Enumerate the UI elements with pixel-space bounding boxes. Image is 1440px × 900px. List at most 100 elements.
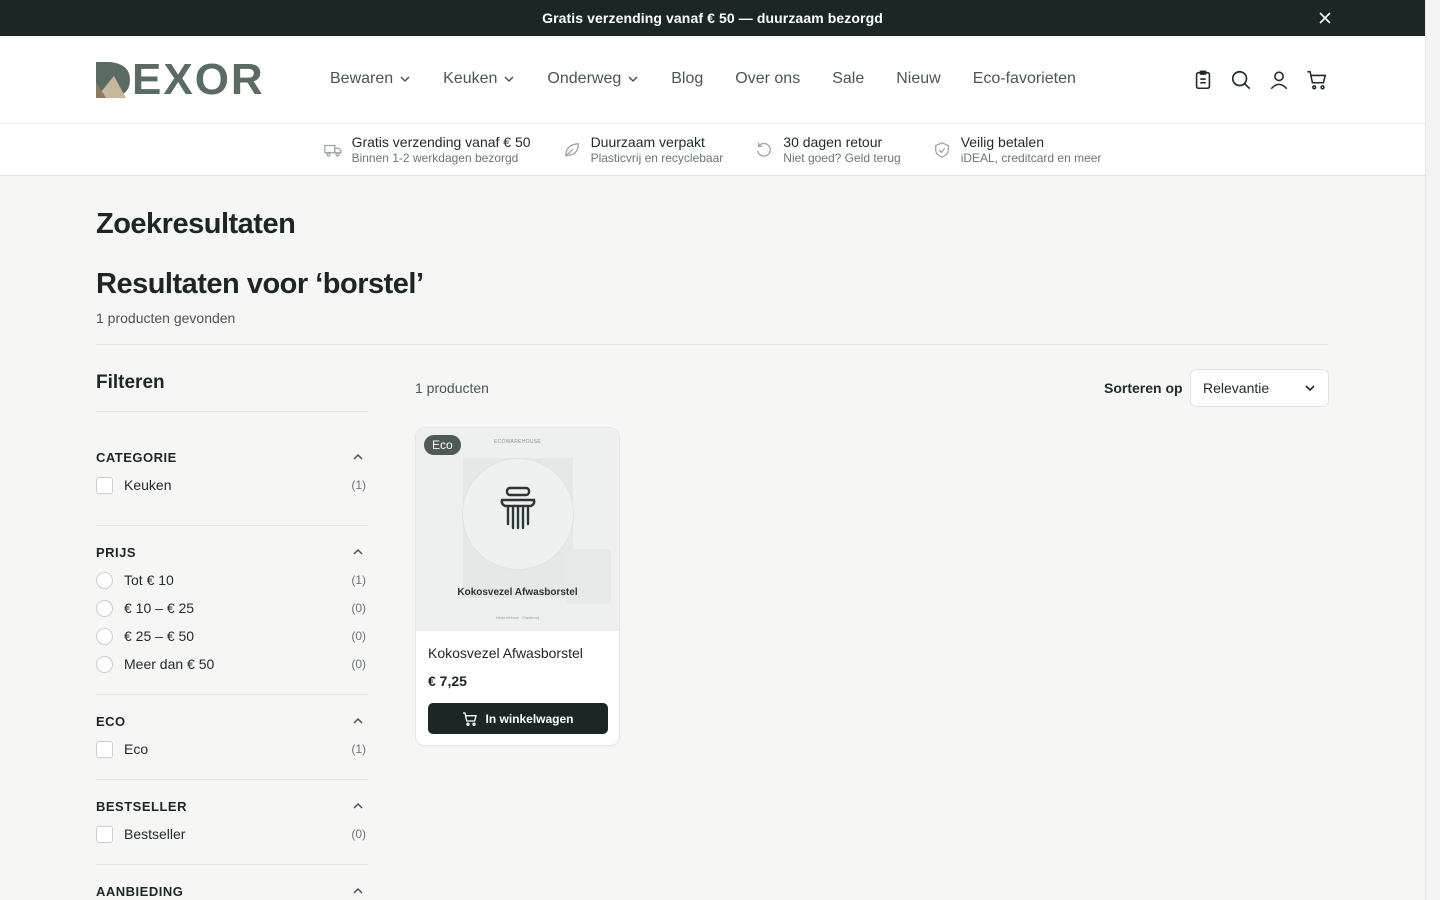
filter-option-count: (0) [351,827,366,841]
usp-item: Duurzaam verpakt Plasticvrij en recycleb… [563,133,724,166]
filter-group-header[interactable]: AANBIEDING [96,881,368,900]
chevron-up-icon [353,453,363,460]
results-count: 1 producten gevonden [96,310,236,326]
filter-option-10-25[interactable]: € 10 – € 25 (0) [96,594,368,622]
usp-item: Veilig betalen iDEAL, creditcard en meer [933,133,1102,166]
usp-subtitle: Plasticvrij en recyclebaar [590,150,724,165]
cart-icon [463,711,478,726]
filter-option-tot-10[interactable]: Tot € 10 (1) [96,566,368,594]
usp-subtitle: iDEAL, creditcard en meer [960,150,1102,165]
filter-group-label: CATEGORIE [96,449,177,465]
nav-item-keuken[interactable]: Keuken [443,70,515,88]
filter-group-eco: ECO Eco (1) [96,695,368,780]
chevron-up-icon [353,548,363,555]
nav-item-eco-favorieten[interactable]: Eco-favorieten [973,70,1076,88]
nav-item-bewaren[interactable]: Bewaren [330,70,411,88]
usp-subtitle: Niet goed? Geld terug [783,150,901,165]
filter-group-header[interactable]: PRIJS [96,542,368,562]
page-title: Zoekresultaten [96,208,296,240]
usp-title: Duurzaam verpakt [590,133,705,150]
scrollbar[interactable] [1425,0,1440,900]
nav-label: Nieuw [896,70,941,87]
chevron-down-icon [504,76,514,83]
nav-item-blog[interactable]: Blog [671,70,703,88]
filter-group-categorie: CATEGORIE Keuken (1) [96,412,368,526]
leaf-icon [564,142,579,157]
shield-icon [934,141,949,158]
brush-icon [500,486,536,530]
nav-item-over-ons[interactable]: Over ons [735,70,800,88]
close-icon[interactable] [1315,8,1335,28]
site-header: EXOR Bewaren Keuken Onderweg Blog Over o… [0,36,1425,124]
filter-group-bestseller: BESTSELLER Bestseller (0) [96,780,368,865]
nav-item-sale[interactable]: Sale [832,70,864,88]
sort-label: Sorteren op [1104,380,1183,396]
usp-subtitle: Binnen 1-2 werkdagen bezorgd [351,150,519,165]
filter-option-label: € 10 – € 25 [124,600,195,616]
filter-group-header[interactable]: CATEGORIE [96,447,368,467]
usp-title: Veilig betalen [960,133,1044,150]
filter-option-eco[interactable]: Eco (1) [96,735,368,763]
usp-title: Gratis verzending vanaf € 50 [351,133,531,150]
return-icon [757,142,772,157]
add-to-cart-button[interactable]: In winkelwagen [428,703,608,734]
usp-item: Gratis verzending vanaf € 50 Binnen 1-2 … [323,133,531,166]
product-price: € 7,25 [428,673,467,689]
image-product-name: Kokosvezel Afwasborstel [457,587,578,598]
filter-option-label: Eco [124,741,149,757]
filter-option-bestseller[interactable]: Bestseller (0) [96,820,368,848]
cart-icon[interactable] [1305,68,1329,92]
filter-option-label: Tot € 10 [124,572,174,588]
nav-label: Over ons [735,70,801,87]
radio-button[interactable] [96,627,113,645]
radio-button[interactable] [96,571,113,589]
user-icon[interactable] [1267,68,1291,92]
filter-group-prijs: PRIJS Tot € 10 (1) € 10 – € 25 (0) € 25 … [96,526,368,695]
product-title[interactable]: Kokosvezel Afwasborstel [428,645,583,661]
nav-label: Blog [671,70,704,87]
filter-option-meer-dan-50[interactable]: Meer dan € 50 (0) [96,650,368,678]
filter-group-label: ECO [96,713,126,729]
logo-mark-icon [96,62,130,98]
chevron-down-icon [1305,385,1315,392]
radio-button[interactable] [96,599,113,617]
header-icons [1177,68,1329,92]
nav-item-onderweg[interactable]: Onderweg [547,70,639,88]
filter-option-label: € 25 – € 50 [124,628,195,644]
nav-item-nieuw[interactable]: Nieuw [896,70,940,88]
filter-group-label: AANBIEDING [96,883,184,899]
filters-title: Filteren [96,370,368,412]
add-to-cart-label: In winkelwagen [485,711,574,726]
filter-group-label: BESTSELLER [96,798,187,814]
filter-option-count: (1) [351,573,366,587]
checkbox[interactable] [96,740,113,758]
chevron-up-icon [353,887,363,894]
filter-group-aanbieding: AANBIEDING [96,865,368,900]
filter-option-count: (1) [351,742,366,756]
filters-sidebar: Filteren CATEGORIE Keuken (1) PRIJS Tot … [96,370,368,900]
filter-group-header[interactable]: ECO [96,711,368,731]
results-title: Resultaten voor ‘borstel’ [96,268,424,300]
main-nav: Bewaren Keuken Onderweg Blog Over ons Sa… [330,70,1108,88]
product-image[interactable]: ECOWAREHOUSE Kokosvezel Afwasborstel Her… [416,428,619,631]
search-icon[interactable] [1229,68,1253,92]
filter-option-count: (1) [351,478,366,492]
chevron-down-icon [628,76,638,83]
filter-option-25-50[interactable]: € 25 – € 50 (0) [96,622,368,650]
checkbox[interactable] [96,476,113,494]
filter-option-keuken[interactable]: Keuken (1) [96,471,368,499]
filter-group-label: PRIJS [96,544,137,560]
logo[interactable]: EXOR [96,58,265,102]
announcement-bar: Gratis verzending vanaf € 50 — duurzaam … [0,0,1425,36]
checkbox[interactable] [96,825,113,843]
chevron-down-icon [400,76,410,83]
sort-select[interactable]: Relevantie [1190,369,1329,407]
filter-option-label: Bestseller [124,826,186,842]
filter-option-count: (0) [351,657,366,671]
clipboard-icon[interactable] [1191,68,1215,92]
filter-option-count: (0) [351,601,366,615]
product-card[interactable]: ECOWAREHOUSE Kokosvezel Afwasborstel Her… [415,427,620,746]
filter-group-header[interactable]: BESTSELLER [96,796,368,816]
usp-title: 30 dagen retour [783,133,883,150]
radio-button[interactable] [96,655,113,673]
